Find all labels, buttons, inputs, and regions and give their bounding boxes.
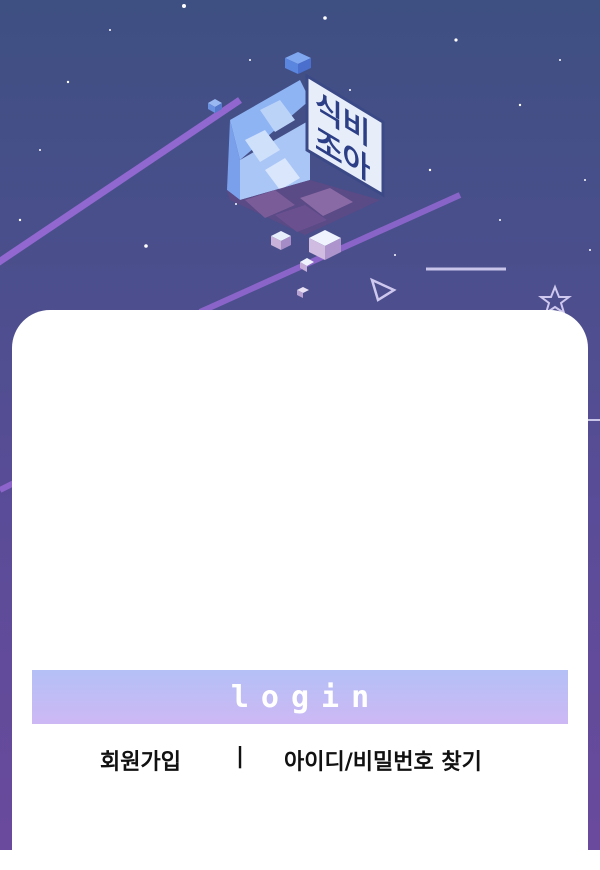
login-button[interactable]: login [32,670,568,724]
link-separator: | [236,744,245,769]
login-card [12,310,588,870]
account-links: 회원가입 | 아이디/비밀번호 찾기 [0,744,600,776]
cube-logo-graphic: 식비 조아 [208,52,385,298]
login-button-label: login [230,679,382,715]
logo: 식비 조아 [205,50,405,310]
signup-link[interactable]: 회원가입 [100,744,181,776]
find-id-password-link[interactable]: 아이디/비밀번호 찾기 [284,744,482,776]
